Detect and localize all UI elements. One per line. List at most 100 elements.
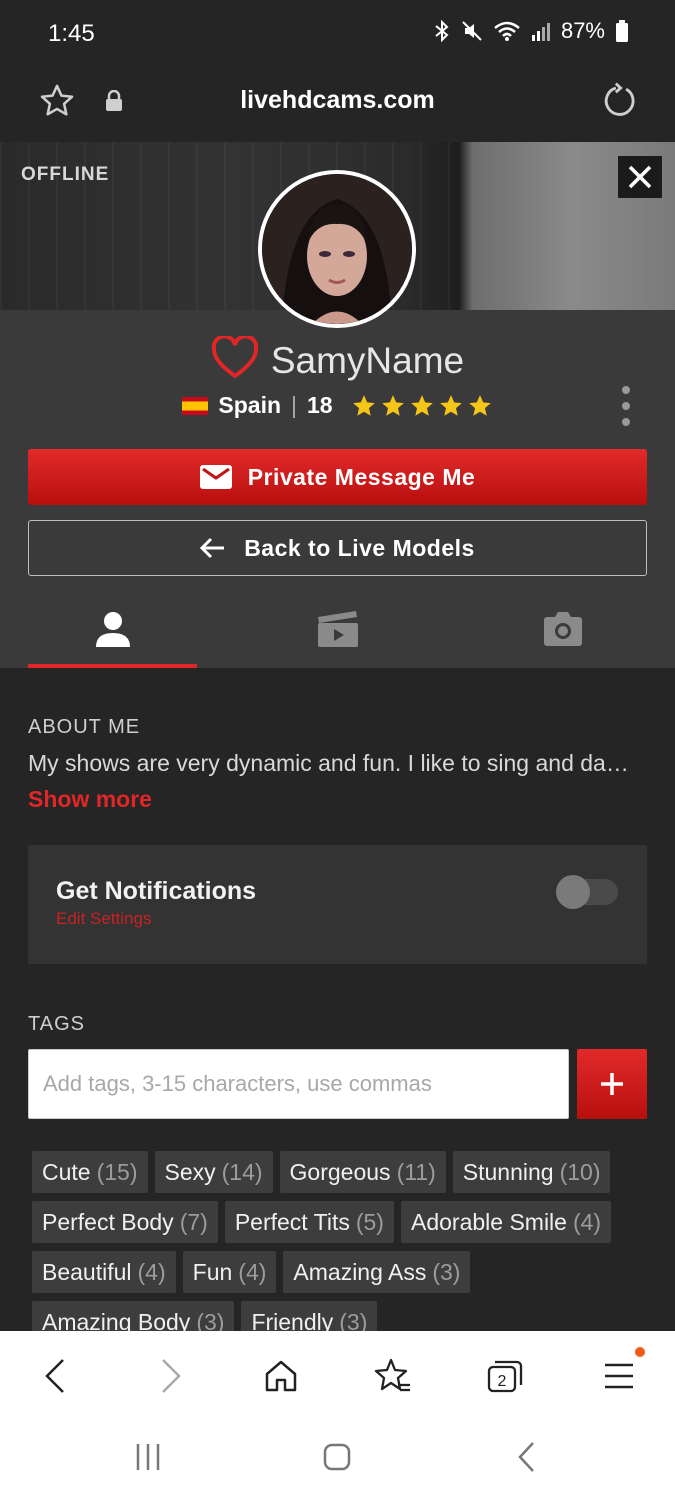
tag-count: (10) [559,1158,601,1185]
star-icon [381,394,404,416]
about-text: My shows are very dynamic and fun. I lik… [28,750,638,776]
tabs-icon[interactable]: 2 [482,1353,528,1399]
notifications-toggle[interactable] [556,875,618,909]
private-message-label: Private Message Me [247,463,476,490]
tag-input[interactable] [28,1049,569,1119]
tab-count: 2 [498,1373,507,1390]
private-message-button[interactable]: Private Message Me [28,449,647,505]
tag-chip[interactable]: Gorgeous (11) [279,1151,446,1193]
recent-apps-icon[interactable] [128,1437,168,1477]
envelope-icon [199,465,232,489]
tag-count: (14) [221,1158,263,1185]
tag-chip[interactable]: Sexy (14) [154,1151,273,1193]
more-options-icon[interactable] [616,386,636,426]
tag-label: Sexy [164,1158,216,1185]
tag-count: (11) [396,1158,436,1185]
profile-name-row: SamyName [0,334,675,385]
back-label: Back to Live Models [244,534,475,561]
model-name: SamyName [270,339,465,381]
tag-label: Stunning [462,1158,554,1185]
profile-tabs [0,590,675,668]
wifi-icon [493,20,521,42]
avatar[interactable] [258,170,416,328]
close-icon [628,165,652,189]
tag-chip[interactable]: Stunning (10) [452,1151,611,1193]
notifications-panel: Get Notifications Edit Settings [28,845,647,964]
bookmarks-icon[interactable] [370,1353,416,1399]
tag-chip[interactable]: Adorable Smile (4) [400,1201,612,1243]
notifications-title: Get Notifications [56,877,257,905]
tags-list: Cute (15) Sexy (14) Gorgeous (11) Stunning (10)… [32,1151,647,1343]
system-home-icon[interactable] [317,1437,357,1477]
star-icon [439,394,462,416]
tag-label: Beautiful [42,1258,132,1285]
rating-stars [351,393,493,419]
tag-label: Perfect Tits [234,1208,350,1235]
tags-section-title: TAGS [28,1013,85,1035]
tag-label: Adorable Smile [410,1208,567,1235]
video-icon [317,611,358,647]
system-nav-bar [0,1421,675,1500]
tag-count: (5) [355,1208,384,1235]
tag-count: (4) [238,1258,267,1285]
arrow-left-icon [200,537,225,559]
star-icon [410,394,433,416]
close-button[interactable] [618,156,662,198]
battery-percent: 87% [560,18,605,43]
toggle-knob [556,875,590,909]
menu-icon[interactable] [596,1353,642,1399]
spain-flag-icon [182,396,209,415]
back-nav-icon[interactable] [32,1353,78,1399]
camera-icon [543,612,582,646]
back-to-live-models-button[interactable]: Back to Live Models [28,520,647,576]
system-back-icon[interactable] [507,1437,547,1477]
notification-dot [635,1347,645,1357]
tab-videos[interactable] [225,590,450,668]
battery-icon [615,20,629,42]
plus-icon [601,1073,623,1095]
reload-icon[interactable] [600,82,638,125]
show-more-link[interactable]: Show more [28,786,152,813]
browser-url-bar: livehdcams.com [0,68,675,142]
status-time: 1:45 [48,20,95,47]
tag-chip[interactable]: Amazing Ass (3) [283,1251,471,1293]
tag-label: Amazing Ass [293,1258,427,1285]
tag-count: (4) [137,1258,166,1285]
profile-info-row: Spain | 18 [0,392,675,419]
tag-chip[interactable]: Perfect Tits (5) [224,1201,394,1243]
favorite-heart-icon[interactable] [211,334,259,385]
star-icon [352,394,375,416]
tag-count: (15) [96,1158,138,1185]
tag-label: Fun [192,1258,233,1285]
offline-status-label: OFFLINE [21,164,110,185]
url-address[interactable]: livehdcams.com [0,86,675,115]
signal-icon [531,21,551,41]
tab-profile[interactable] [0,590,225,668]
tag-chip[interactable]: Fun (4) [182,1251,277,1293]
status-bar: 1:45 87% [0,0,675,68]
tag-chip[interactable]: Beautiful (4) [32,1251,176,1293]
tag-label: Gorgeous [289,1158,391,1185]
add-tag-button[interactable] [577,1049,647,1119]
edit-settings-link[interactable]: Edit Settings [56,909,151,929]
mute-icon [461,20,483,42]
tag-chip[interactable]: Cute (15) [32,1151,148,1193]
forward-nav-icon[interactable] [148,1353,194,1399]
tag-label: Perfect Body [42,1208,174,1235]
age-label: 18 [307,392,333,418]
star-icon [468,394,491,416]
tag-chip[interactable]: Perfect Body (7) [32,1201,218,1243]
browser-bottom-nav: 2 [0,1331,675,1421]
bluetooth-icon [433,20,451,42]
info-separator: | [291,392,297,418]
status-icons: 87% [433,18,629,44]
tag-label: Cute [42,1158,91,1185]
user-icon [95,612,130,647]
tab-photos[interactable] [450,590,675,668]
tag-count: (4) [572,1208,602,1235]
tag-count: (7) [179,1208,208,1235]
home-icon[interactable] [258,1353,304,1399]
country-label: Spain [218,392,282,418]
about-section-title: ABOUT ME [28,716,141,738]
tag-count: (3) [432,1258,461,1285]
